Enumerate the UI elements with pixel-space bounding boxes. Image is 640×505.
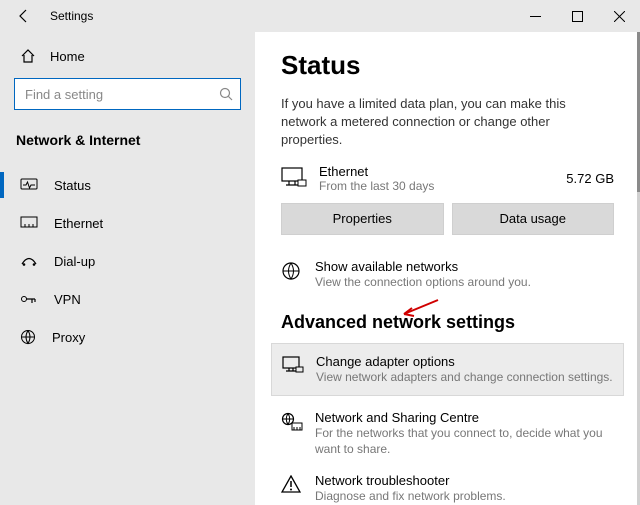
globe-icon	[281, 261, 301, 281]
option-title: Network and Sharing Centre	[315, 410, 614, 425]
proxy-icon	[20, 329, 36, 345]
connection-row: Ethernet From the last 30 days 5.72 GB	[281, 164, 614, 193]
sidebar: Home Network & Internet Status	[0, 32, 255, 505]
data-usage-button[interactable]: Data usage	[452, 203, 615, 235]
option-subtitle: Diagnose and fix network problems.	[315, 488, 506, 504]
properties-button[interactable]: Properties	[281, 203, 444, 235]
back-button[interactable]	[10, 8, 38, 24]
sidebar-item-status[interactable]: Status	[14, 166, 241, 204]
ethernet-icon	[20, 216, 38, 230]
option-subtitle: For the networks that you connect to, de…	[315, 425, 614, 457]
sharing-icon	[281, 412, 301, 432]
page-title: Status	[281, 50, 614, 81]
network-sharing-centre[interactable]: Network and Sharing Centre For the netwo…	[281, 402, 614, 465]
option-title: Change adapter options	[316, 354, 613, 369]
connection-usage: 5.72 GB	[566, 171, 614, 186]
search-icon	[218, 86, 234, 102]
sidebar-item-ethernet[interactable]: Ethernet	[14, 204, 241, 242]
desktop-icon	[281, 167, 307, 189]
warning-icon	[281, 475, 301, 493]
sidebar-item-label: Ethernet	[54, 216, 103, 231]
sidebar-item-label: Status	[54, 178, 91, 193]
advanced-heading: Advanced network settings	[281, 312, 614, 333]
vpn-icon	[20, 293, 38, 305]
titlebar: Settings	[0, 0, 640, 32]
home-nav[interactable]: Home	[14, 32, 241, 78]
category-heading: Network & Internet	[14, 110, 241, 160]
change-adapter-options[interactable]: Change adapter options View network adap…	[271, 343, 624, 396]
page-description: If you have a limited data plan, you can…	[281, 95, 614, 150]
sidebar-item-dialup[interactable]: Dial-up	[14, 242, 241, 280]
sidebar-item-label: Proxy	[52, 330, 85, 345]
adapter-icon	[282, 356, 302, 374]
option-subtitle: View network adapters and change connect…	[316, 369, 613, 385]
search-input-container[interactable]	[14, 78, 241, 110]
connection-period: From the last 30 days	[319, 179, 554, 193]
window-title: Settings	[50, 9, 93, 23]
network-troubleshooter[interactable]: Network troubleshooter Diagnose and fix …	[281, 465, 614, 505]
dialup-icon	[20, 255, 38, 267]
option-subtitle: View the connection options around you.	[315, 274, 531, 290]
main-content: Status If you have a limited data plan, …	[255, 32, 640, 505]
option-title: Show available networks	[315, 259, 531, 274]
sidebar-item-label: Dial-up	[54, 254, 95, 269]
home-label: Home	[50, 49, 85, 64]
maximize-button[interactable]	[556, 0, 598, 32]
search-input[interactable]	[25, 87, 218, 102]
status-icon	[20, 178, 38, 192]
close-button[interactable]	[598, 0, 640, 32]
home-icon	[20, 48, 36, 64]
show-available-networks[interactable]: Show available networks View the connect…	[281, 251, 614, 298]
sidebar-item-label: VPN	[54, 292, 81, 307]
sidebar-item-vpn[interactable]: VPN	[14, 280, 241, 318]
option-title: Network troubleshooter	[315, 473, 506, 488]
connection-name: Ethernet	[319, 164, 554, 179]
minimize-button[interactable]	[514, 0, 556, 32]
sidebar-item-proxy[interactable]: Proxy	[14, 318, 241, 356]
